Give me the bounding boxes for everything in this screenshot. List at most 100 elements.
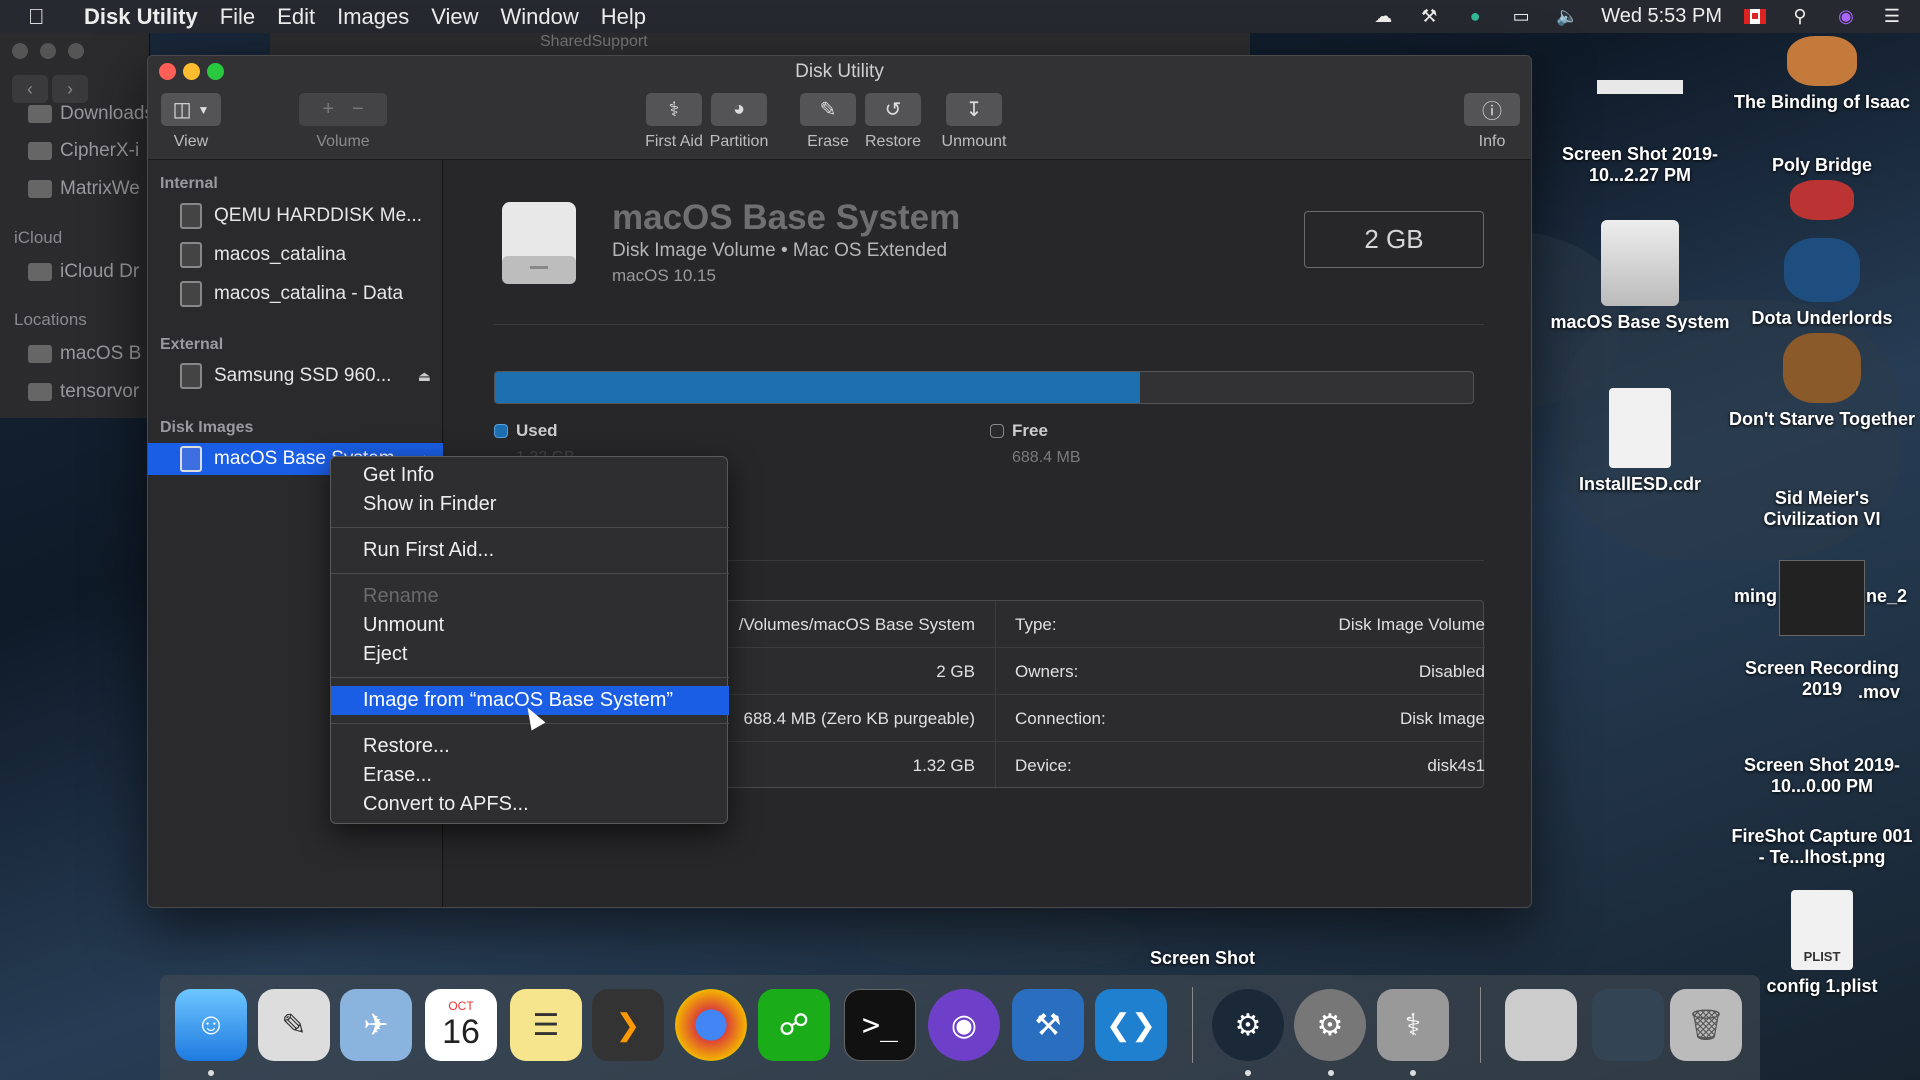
desktop-item-civilization[interactable]: Sid Meier's Civilization VI (1727, 488, 1917, 530)
menu-images[interactable]: Images (337, 4, 409, 30)
notes-icon[interactable]: ☰ (510, 989, 582, 1061)
menu-item-show-in-finder[interactable]: Show in Finder (331, 490, 729, 519)
steam-icon[interactable]: ⚙ (1212, 989, 1284, 1061)
github-desktop-icon[interactable]: ◉ (928, 989, 1000, 1061)
menu-item-get-info[interactable]: Get Info (331, 461, 729, 490)
menu-item-rename: Rename (363, 585, 439, 607)
menu-item-convert-apfs[interactable]: Convert to APFS... (331, 790, 729, 819)
finder-item[interactable]: MatrixWe (28, 178, 140, 200)
forward-icon[interactable]: › (52, 75, 88, 103)
wechat-icon[interactable]: ☍ (758, 989, 830, 1061)
sidebar-item-samsung[interactable]: Samsung SSD 960... ⏏ (148, 360, 443, 392)
first-aid-button[interactable]: ⚕ (646, 93, 702, 126)
desktop-item-dota-underlords[interactable]: Dota Underlords (1727, 238, 1917, 329)
airplay-icon[interactable]: ▭ (1509, 6, 1533, 27)
menu-item-erase[interactable]: Erase... (331, 761, 729, 790)
calendar-icon[interactable]: OCT 16 (425, 989, 497, 1061)
menubar:  Disk Utility File Edit Images View Win… (0, 0, 1920, 33)
menu-window[interactable]: Window (501, 4, 579, 30)
disk-icon (28, 344, 52, 363)
sidebar-item-macos-catalina[interactable]: macos_catalina (148, 239, 443, 271)
system-preferences-icon[interactable]: ⚙ (1294, 989, 1366, 1061)
calendar-month: OCT (448, 998, 474, 1013)
search-icon[interactable]: ⚲ (1788, 6, 1812, 27)
finder-item[interactable]: iCloud Dr (28, 261, 139, 283)
menu-separator (331, 573, 729, 574)
back-icon[interactable]: ‹ (12, 75, 48, 103)
preview-icon[interactable]: ✈ (340, 989, 412, 1061)
minimize-button[interactable] (40, 43, 56, 59)
menu-app-name[interactable]: Disk Utility (84, 4, 198, 30)
menu-file[interactable]: File (220, 4, 255, 30)
clock[interactable]: Wed 5:53 PM (1601, 5, 1722, 28)
zoom-button[interactable] (68, 43, 84, 59)
documents-stack-icon[interactable] (1505, 989, 1577, 1061)
desktop-item-dont-starve[interactable]: Don't Starve Together (1727, 333, 1917, 430)
restore-button[interactable]: ↺ (865, 93, 921, 126)
terminal-icon[interactable]: >_ (844, 989, 916, 1061)
desktop-item-macos-base-system[interactable]: macOS Base System (1545, 220, 1735, 333)
menu-item-run-first-aid[interactable]: Run First Aid... (331, 536, 729, 565)
volume-icon[interactable]: 🔈 (1555, 6, 1579, 27)
plex-icon[interactable]: ❯ (592, 989, 664, 1061)
desktop-item-poly-bridge[interactable]: Poly Bridge (1727, 155, 1917, 226)
vscode-icon[interactable]: ❮❯ (1095, 989, 1167, 1061)
device-value: disk4s1 (1427, 756, 1485, 775)
game-icon (1790, 180, 1854, 220)
menu-help[interactable]: Help (601, 4, 646, 30)
menu-view[interactable]: View (431, 4, 478, 30)
close-button[interactable] (12, 43, 28, 59)
window-title: Disk Utility (795, 61, 884, 82)
sidebar-item-macos-catalina-data[interactable]: macos_catalina - Data (148, 278, 443, 310)
minus-icon: − (352, 98, 364, 120)
finder-item[interactable]: Downloads (28, 103, 154, 125)
desktop-item-screen-shot[interactable]: Screen Shot 2019-10...2.27 PM (1545, 80, 1735, 186)
menu-item-restore[interactable]: Restore... (331, 732, 729, 761)
partition-button[interactable]: ◕ (711, 93, 767, 126)
menu-item-eject[interactable]: Eject (331, 640, 729, 669)
disk-image-icon (180, 446, 202, 472)
eject-icon[interactable]: ⏏ (418, 368, 431, 385)
browser-icon[interactable]: ● (1463, 6, 1487, 27)
used-legend-swatch (494, 424, 508, 438)
xcode-icon[interactable]: ⚒ (1012, 989, 1084, 1061)
sidebar-item-qemu[interactable]: QEMU HARDDISK Me... (148, 200, 443, 232)
available-value: 688.4 MB (Zero KB purgeable) (743, 709, 975, 728)
siri-icon[interactable]: ◉ (1834, 6, 1858, 27)
textedit-icon[interactable]: ✎ (258, 989, 330, 1061)
desktop-item-label: InstallESD.cdr (1578, 474, 1702, 494)
apple-icon[interactable]:  (28, 4, 68, 30)
info-button[interactable]: ⓘ (1464, 93, 1520, 126)
flag-icon[interactable] (1744, 9, 1766, 24)
info-icon: ⓘ (1482, 101, 1502, 123)
divider (494, 324, 1484, 325)
tools-icon[interactable]: ⚒ (1417, 6, 1441, 27)
menu-separator (331, 677, 729, 678)
finder-item[interactable]: macOS B (28, 343, 141, 365)
notification-center-icon[interactable]: ☰ (1880, 6, 1904, 27)
used-legend-label: Used (516, 421, 558, 440)
desktop-item-screen-shot-2[interactable]: Screen Shot 2019-10...0.00 PM (1727, 755, 1917, 797)
disk-utility-icon[interactable]: ⚕ (1377, 989, 1449, 1061)
desktop-item-installesd[interactable]: InstallESD.cdr (1545, 388, 1735, 495)
finder-item[interactable]: CipherX-i (28, 140, 139, 162)
trash-icon[interactable]: 🗑 (1670, 989, 1742, 1061)
finder-section-locations: Locations (14, 310, 87, 329)
menu-item-unmount[interactable]: Unmount (331, 611, 729, 640)
creative-cloud-icon[interactable]: ☁ (1371, 6, 1395, 27)
desktop-item-binding-of-isaac[interactable]: The Binding of Isaac (1727, 36, 1917, 113)
volume-name: macOS Base System (612, 198, 961, 237)
finder-icon[interactable]: ☺ (175, 989, 247, 1061)
unmount-button[interactable]: ↧ (946, 93, 1002, 126)
finder-item[interactable]: tensorvor (28, 381, 139, 403)
screenshot-thumbnail-icon (1779, 560, 1865, 636)
erase-button[interactable]: ✎ (800, 93, 856, 126)
sidebar-section-internal: Internal (160, 175, 218, 192)
view-button[interactable]: ◫ ▼ (161, 93, 221, 126)
menu-edit[interactable]: Edit (277, 4, 315, 30)
chrome-icon[interactable] (675, 989, 747, 1061)
downloads-stack-icon[interactable] (1592, 989, 1664, 1061)
volume-add-remove[interactable]: + − (299, 93, 387, 126)
desktop-item-label: Poly Bridge (1771, 155, 1873, 175)
desktop-item-fireshot[interactable]: FireShot Capture 001 - Te...lhost.png (1727, 826, 1917, 868)
